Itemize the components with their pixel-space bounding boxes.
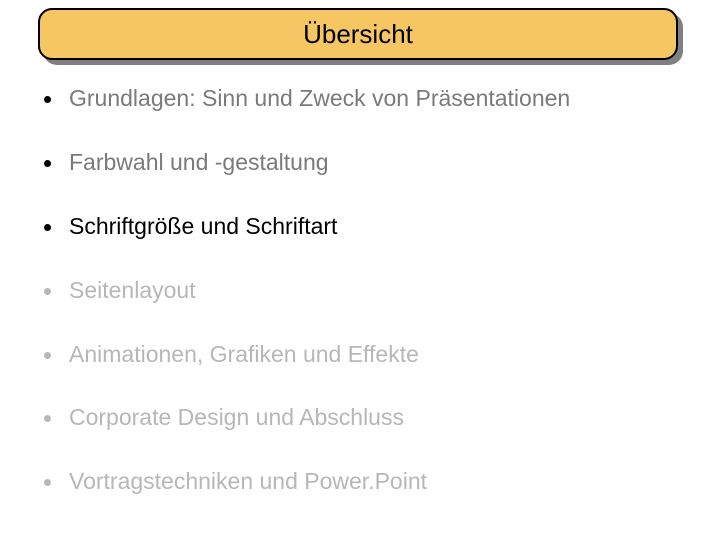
bullet-text: Seitenlayout (69, 276, 196, 306)
bullet-text: Corporate Design und Abschluss (69, 403, 404, 433)
bullet-icon (44, 352, 51, 359)
slide: Übersicht Grundlagen: Sinn und Zweck von… (0, 0, 720, 540)
list-item: Vortragstechniken und Power.Point (44, 467, 684, 497)
bullet-icon (44, 479, 51, 486)
bullet-icon (44, 96, 51, 103)
slide-title: Übersicht (303, 19, 413, 50)
list-item: Farbwahl und -gestaltung (44, 148, 684, 178)
bullet-list: Grundlagen: Sinn und Zweck von Präsentat… (44, 84, 684, 531)
title-box: Übersicht (38, 8, 678, 60)
bullet-text: Farbwahl und -gestaltung (69, 148, 329, 178)
title-container: Übersicht (38, 8, 678, 60)
list-item: Grundlagen: Sinn und Zweck von Präsentat… (44, 84, 684, 114)
bullet-icon (44, 415, 51, 422)
bullet-text: Grundlagen: Sinn und Zweck von Präsentat… (69, 84, 570, 114)
bullet-icon (44, 288, 51, 295)
list-item: Corporate Design und Abschluss (44, 403, 684, 433)
bullet-text: Schriftgröße und Schriftart (69, 212, 337, 242)
list-item: Schriftgröße und Schriftart (44, 212, 684, 242)
bullet-text: Animationen, Grafiken und Effekte (69, 340, 419, 370)
bullet-text: Vortragstechniken und Power.Point (69, 467, 427, 497)
list-item: Seitenlayout (44, 276, 684, 306)
bullet-icon (44, 224, 51, 231)
list-item: Animationen, Grafiken und Effekte (44, 340, 684, 370)
bullet-icon (44, 160, 51, 167)
